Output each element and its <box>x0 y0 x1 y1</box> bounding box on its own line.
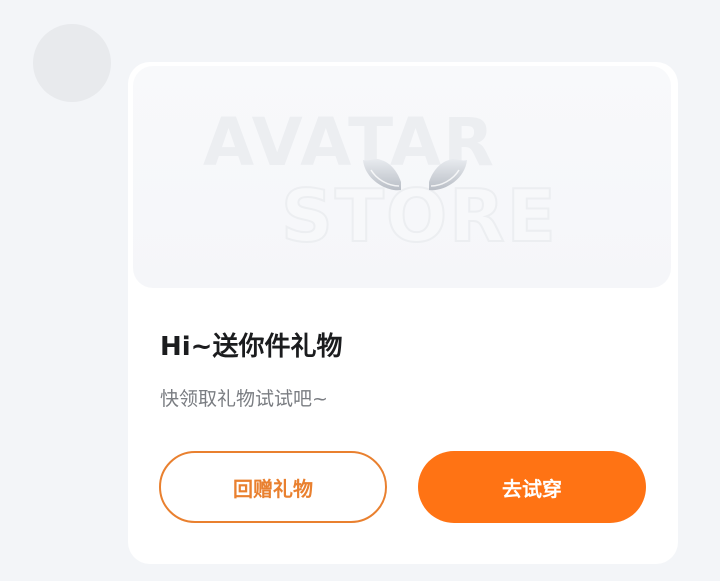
gift-card: AVATAR STORE Hi~送你件礼物 快领取礼物试试吧~ 回赠礼物 去试穿 <box>128 62 678 564</box>
avatar-store-banner: AVATAR STORE <box>133 66 671 288</box>
try-on-button[interactable]: 去试穿 <box>418 451 646 523</box>
wings-icon <box>363 159 467 191</box>
return-gift-button[interactable]: 回赠礼物 <box>159 451 387 523</box>
gift-subtitle: 快领取礼物试试吧~ <box>160 388 328 410</box>
gift-title: Hi~送你件礼物 <box>160 332 343 362</box>
sender-avatar[interactable] <box>33 24 111 102</box>
